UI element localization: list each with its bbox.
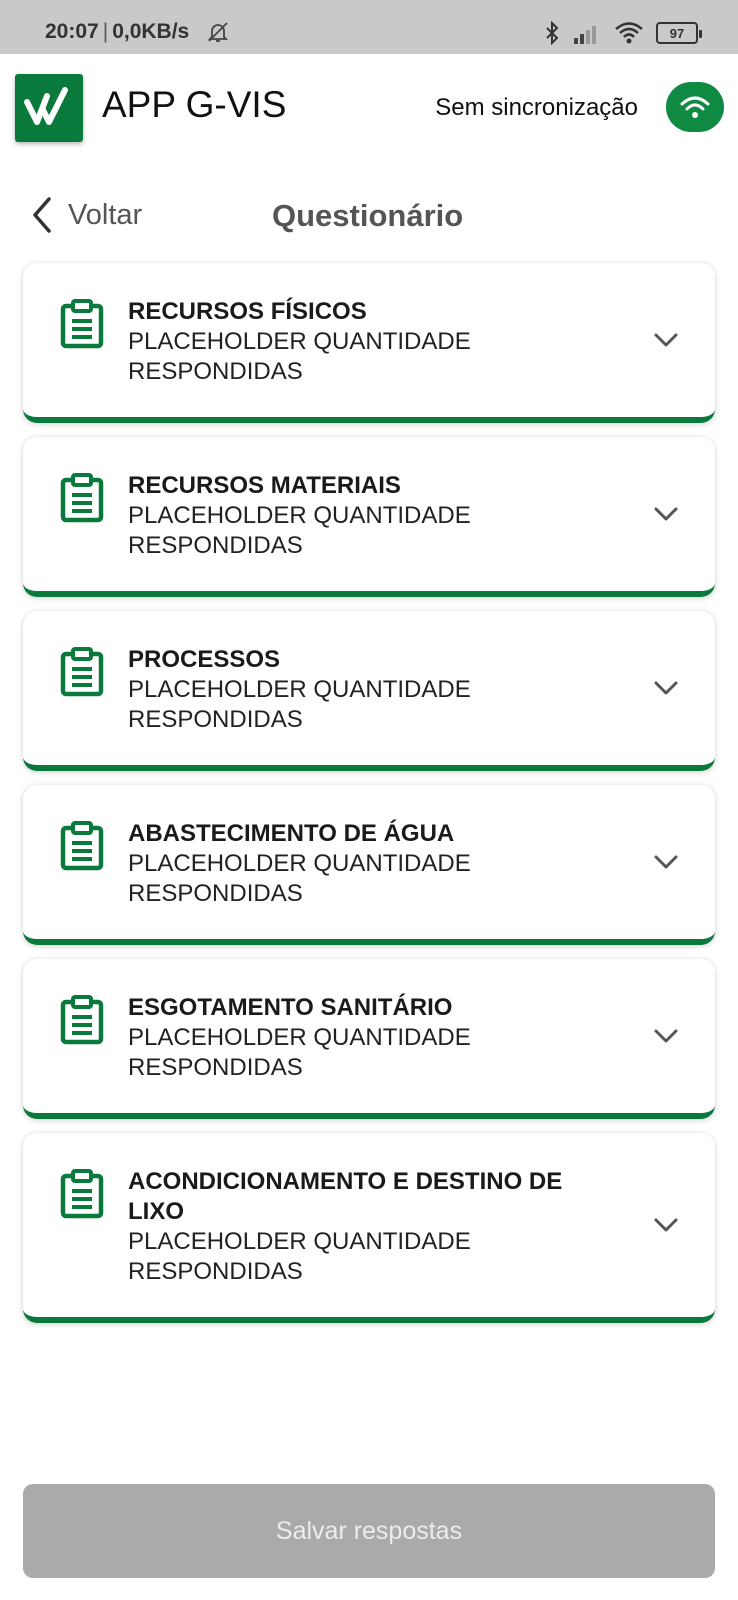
status-icons: 97 — [544, 20, 702, 46]
chevron-down-icon[interactable] — [653, 1024, 679, 1048]
nav-row: Voltar Questionário — [0, 186, 738, 250]
section-card-recursos-fisicos[interactable]: RECURSOS FÍSICOS PLACEHOLDER QUANTIDADE … — [23, 263, 715, 423]
signal-icon — [574, 26, 596, 44]
section-title: RECURSOS FÍSICOS — [128, 298, 367, 325]
app-title: APP G-VIS — [102, 84, 287, 125]
checkmarks-logo-icon — [24, 87, 68, 125]
section-title: PROCESSOS — [128, 646, 281, 673]
chevron-down-icon[interactable] — [653, 502, 679, 526]
section-subtitle: PLACEHOLDER QUANTIDADE RESPONDIDAS — [128, 850, 471, 907]
clipboard-icon — [60, 1169, 104, 1219]
section-title: ABASTECIMENTO DE ÁGUA — [128, 820, 455, 847]
clipboard-icon — [60, 647, 104, 697]
section-card-text: ABASTECIMENTO DE ÁGUA PLACEHOLDER QUANTI… — [23, 785, 715, 939]
battery-icon: 97 — [656, 22, 702, 44]
page-title: Questionário — [272, 198, 464, 233]
clipboard-icon — [60, 473, 104, 523]
section-card-text: PROCESSOS PLACEHOLDER QUANTIDADE RESPOND… — [23, 611, 715, 765]
network-speed: 0,0KB/s — [112, 20, 190, 43]
wifi-icon — [680, 96, 710, 118]
section-subtitle: PLACEHOLDER QUANTIDADE RESPONDIDAS — [128, 328, 471, 385]
status-separator: | — [102, 20, 109, 43]
bluetooth-icon — [546, 21, 559, 45]
section-title: RECURSOS MATERIAIS — [128, 472, 401, 499]
section-card-acondicionamento-e-destino-de-lixo[interactable]: ACONDICIONAMENTO E DESTINO DE LIXO PLACE… — [23, 1133, 715, 1323]
chevron-down-icon[interactable] — [653, 850, 679, 874]
section-subtitle: PLACEHOLDER QUANTIDADE RESPONDIDAS — [128, 1024, 471, 1081]
battery-level: 97 — [669, 25, 685, 41]
back-label: Voltar — [68, 198, 143, 231]
section-card-text: ESGOTAMENTO SANITÁRIO PLACEHOLDER QUANTI… — [23, 959, 715, 1113]
chevron-left-icon — [33, 197, 51, 233]
chevron-down-icon[interactable] — [653, 1213, 679, 1237]
section-list: RECURSOS FÍSICOS PLACEHOLDER QUANTIDADE … — [23, 263, 715, 1337]
status-time-group: 20:07 | 0,0KB/s — [45, 20, 189, 44]
section-subtitle: PLACEHOLDER QUANTIDADE RESPONDIDAS — [128, 502, 471, 559]
section-card-text: RECURSOS MATERIAIS PLACEHOLDER QUANTIDAD… — [23, 437, 715, 591]
back-button[interactable]: Voltar — [30, 196, 142, 234]
clipboard-icon — [60, 299, 104, 349]
wifi-status-icon — [615, 22, 643, 44]
section-card-esgotamento-sanitario[interactable]: ESGOTAMENTO SANITÁRIO PLACEHOLDER QUANTI… — [23, 959, 715, 1119]
section-card-abastecimento-de-agua[interactable]: ABASTECIMENTO DE ÁGUA PLACEHOLDER QUANTI… — [23, 785, 715, 945]
section-card-recursos-materiais[interactable]: RECURSOS MATERIAIS PLACEHOLDER QUANTIDAD… — [23, 437, 715, 597]
clipboard-icon — [60, 821, 104, 871]
status-bar: 20:07 | 0,0KB/s 97 — [0, 0, 738, 54]
section-card-processos[interactable]: PROCESSOS PLACEHOLDER QUANTIDADE RESPOND… — [23, 611, 715, 771]
sync-status: Sem sincronização — [435, 94, 638, 121]
sync-button[interactable] — [666, 82, 724, 132]
section-subtitle: PLACEHOLDER QUANTIDADE RESPONDIDAS — [128, 1228, 471, 1285]
clipboard-icon — [60, 995, 104, 1045]
bell-off-icon — [207, 22, 229, 42]
section-title: ESGOTAMENTO SANITÁRIO — [128, 994, 453, 1021]
app-logo — [15, 74, 83, 142]
chevron-down-icon[interactable] — [653, 328, 679, 352]
chevron-down-icon[interactable] — [653, 676, 679, 700]
status-time: 20:07 — [45, 20, 99, 43]
section-card-text: RECURSOS FÍSICOS PLACEHOLDER QUANTIDADE … — [23, 263, 715, 417]
app-header: APP G-VIS Sem sincronização — [0, 54, 738, 162]
section-subtitle: PLACEHOLDER QUANTIDADE RESPONDIDAS — [128, 676, 471, 733]
section-title: ACONDICIONAMENTO E DESTINO DE LIXO — [128, 1168, 563, 1225]
section-card-text: ACONDICIONAMENTO E DESTINO DE LIXO PLACE… — [23, 1133, 715, 1317]
save-answers-button[interactable]: Salvar respostas — [23, 1484, 715, 1578]
